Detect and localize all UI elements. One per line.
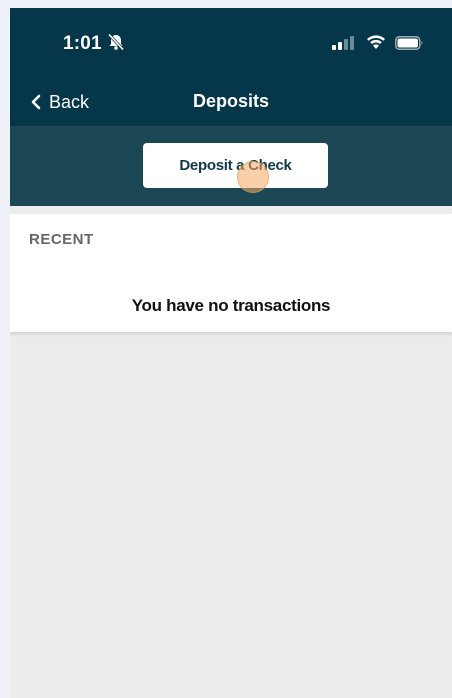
recent-transactions-panel: RECENT You have no transactions (10, 214, 452, 332)
bell-muted-icon (107, 33, 125, 51)
page-title: Deposits (192, 91, 270, 111)
status-time: 1:01 (63, 33, 102, 54)
empty-transactions-message: You have no transactions (131, 296, 331, 315)
battery-icon (395, 36, 423, 50)
phone-screen: 1:01 Back Deposits Deposit a Check RECEN… (10, 8, 452, 698)
wifi-icon (367, 35, 385, 49)
touch-indicator (237, 161, 269, 193)
navigation-bar: Back Deposits (10, 78, 452, 126)
recent-heading: RECENT (29, 231, 94, 248)
cellular-signal-icon (332, 36, 354, 50)
action-bar: Deposit a Check (10, 126, 452, 206)
deposit-check-button[interactable]: Deposit a Check (143, 143, 328, 188)
status-bar: 1:01 (10, 8, 452, 78)
